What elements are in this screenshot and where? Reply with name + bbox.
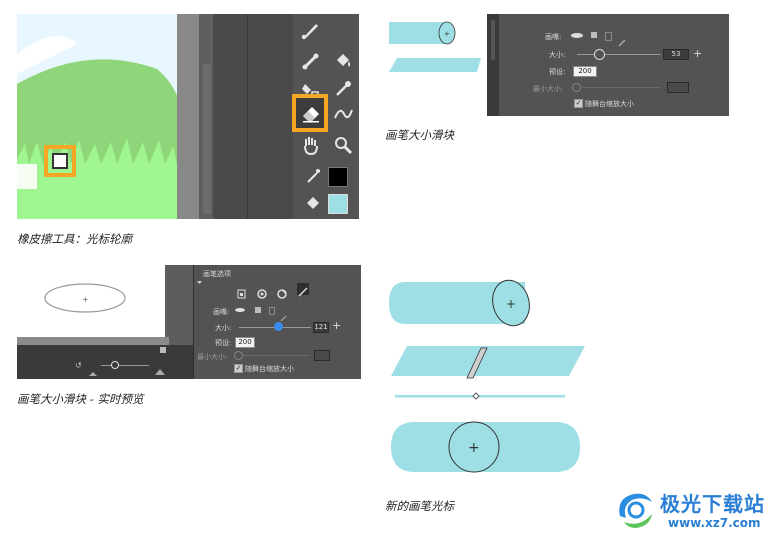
preset-label: 预设: [549, 68, 566, 76]
watermark-url: www.xz7.com [668, 516, 761, 530]
large-scale-with-stage-label: 随舞台缩放大小 [245, 365, 294, 373]
eraser-tool-illustration [17, 14, 359, 219]
caption-new-brush-cursor: 新的画笔光标 [385, 499, 454, 513]
eyedropper-icon[interactable] [332, 78, 354, 100]
watermark-logo-icon [612, 486, 658, 532]
brush-options-header: 画笔选项 [203, 270, 231, 278]
large-scale-with-stage-checkbox[interactable]: ✓ [234, 364, 243, 373]
size-value-field[interactable]: 53 [663, 49, 689, 60]
min-size-slider-track[interactable] [580, 87, 660, 88]
stroke-color-icon[interactable] [304, 167, 322, 185]
hand-icon[interactable] [300, 134, 322, 156]
caption-brush-size-slider: 画笔大小滑块 [385, 128, 454, 142]
width-icon[interactable] [332, 102, 354, 124]
caption-eraser-tool: 橡皮擦工具：光标轮廓 [17, 232, 132, 246]
large-min-size-slider-track[interactable] [242, 355, 310, 356]
fill-color-icon[interactable] [304, 194, 322, 212]
large-size-label: 大小: [215, 324, 232, 332]
min-size-value-field[interactable] [667, 82, 689, 93]
zoom-icon[interactable] [332, 134, 354, 156]
large-min-size-value-field[interactable] [314, 350, 330, 361]
paint-bucket-icon[interactable] [332, 50, 354, 72]
scale-with-stage-label: 随舞台缩放大小 [585, 100, 634, 108]
size-plus-button[interactable]: + [693, 47, 702, 60]
timeline-slider-track[interactable] [101, 365, 149, 366]
fill-color-swatch[interactable] [328, 194, 348, 214]
stroke-square-icon[interactable] [591, 32, 597, 38]
svg-text:+: + [468, 440, 480, 456]
stroke-color-swatch[interactable] [328, 167, 348, 187]
brush-mode-icon-3[interactable] [277, 284, 287, 299]
timeline-zoom-in-icon[interactable] [155, 360, 165, 375]
svg-text:+: + [444, 30, 450, 38]
timeline-zoom-out-icon[interactable] [89, 361, 97, 376]
new-brush-cursor-illustration: + + [389, 279, 585, 473]
brush-mode-icon-4[interactable] [297, 283, 309, 297]
stroke-label: 画嘴: [545, 33, 562, 41]
large-size-plus-button[interactable]: + [332, 319, 341, 332]
svg-text:+: + [506, 297, 516, 311]
stroke-delete-icon[interactable] [605, 32, 612, 41]
large-stroke-pencil-icon[interactable] [280, 307, 287, 322]
large-stroke-square-icon[interactable] [255, 307, 261, 313]
min-size-label: 最小大小: [533, 85, 564, 93]
large-size-slider-thumb[interactable] [274, 322, 283, 331]
watermark-title: 极光下载站 [660, 492, 765, 516]
brush-mode-icon-2[interactable] [257, 284, 267, 299]
brush-icon[interactable] [300, 19, 322, 41]
scale-with-stage-checkbox[interactable]: ✓ [574, 99, 583, 108]
live-preview-illustration: + ↺ 画笔选项 画嘴: 大小: 121 + 预设: 200 最小大小: ✓ 随… [17, 265, 361, 379]
size-slider-track[interactable] [577, 54, 661, 55]
eraser-icon[interactable] [300, 102, 322, 124]
eraser-cursor-outline [52, 153, 68, 169]
stroke-shape-icon[interactable] [571, 33, 583, 38]
svg-text:+: + [82, 295, 89, 304]
brush-options-collapse-icon[interactable] [197, 270, 202, 284]
large-stroke-label: 画嘴: [213, 308, 230, 316]
brush-mode-icon-1[interactable] [237, 284, 247, 299]
large-min-size-label: 最小大小: [197, 353, 228, 361]
size-label: 大小: [549, 51, 566, 59]
size-slider-thumb[interactable] [594, 49, 605, 60]
brush-stroke-preview-small: + [389, 21, 481, 72]
timeline-slider-thumb[interactable] [111, 361, 119, 369]
large-preset-label: 预设: [215, 339, 232, 347]
preset-value-field[interactable]: 200 [573, 66, 597, 77]
large-preset-value-field[interactable]: 200 [235, 337, 255, 348]
timeline-loop-icon[interactable]: ↺ [75, 361, 82, 370]
large-stroke-shape-icon[interactable] [235, 308, 245, 312]
caption-brush-size-live-preview: 画笔大小滑块 - 实时预览 [17, 392, 144, 406]
large-stroke-delete-icon[interactable] [269, 307, 275, 315]
large-size-value-field[interactable]: 121 [313, 322, 329, 333]
bone-icon[interactable] [300, 50, 322, 72]
brush-panel-small: 画嘴: 大小: 53 + 预设: 200 最小大小: ✓ 随舞台缩放大小 [487, 14, 729, 116]
brush-ellipse-preview: + [44, 283, 166, 353]
stroke-pencil-icon[interactable] [618, 32, 626, 47]
